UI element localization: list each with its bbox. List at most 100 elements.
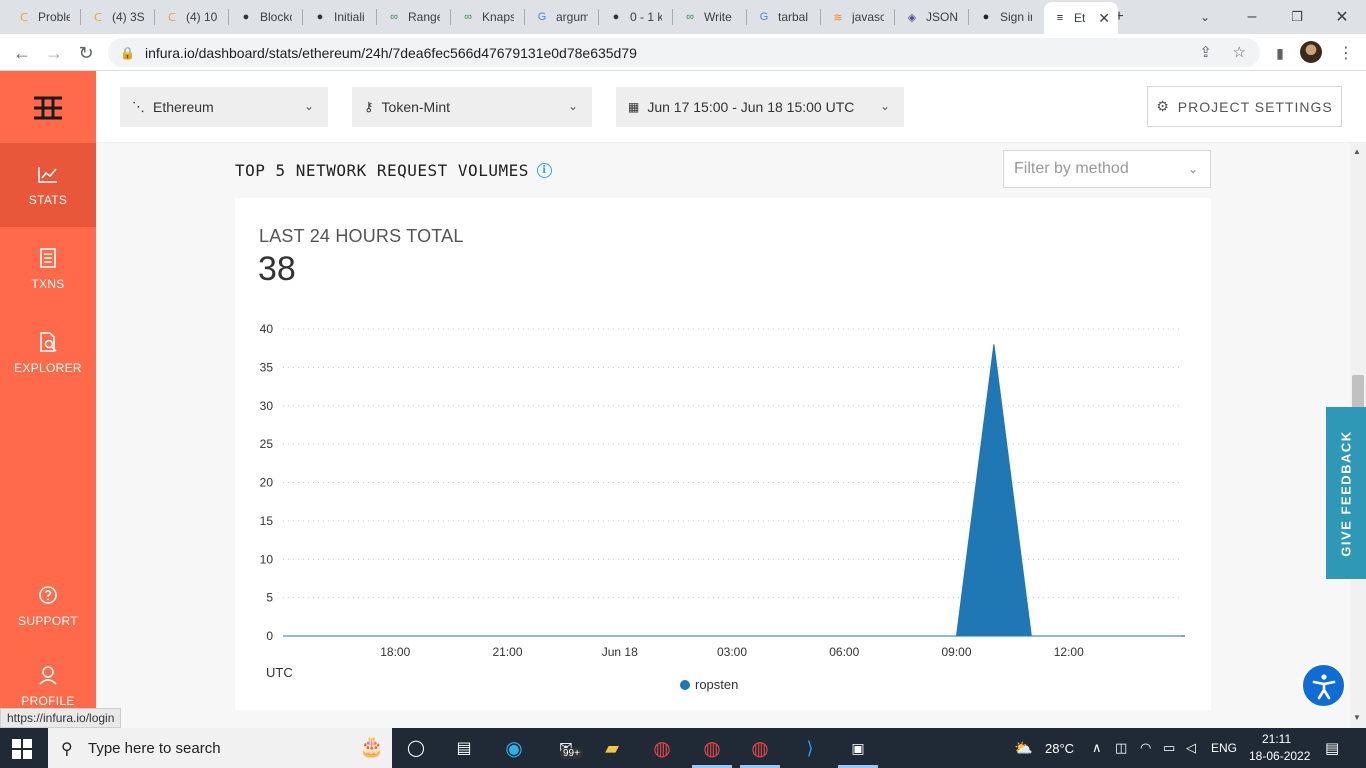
sidebar-item-label: STATS [28, 193, 68, 207]
clock-date[interactable]: 18-06-2022 [1249, 749, 1310, 763]
notification-icon[interactable]: ▤ [1325, 739, 1339, 757]
y-tick-label: 30 [260, 399, 274, 413]
legend-label: ropsten [695, 677, 738, 692]
browser-tab[interactable]: ᑕ (4) 10 [156, 4, 226, 30]
close-window-icon[interactable]: ✕ [1327, 4, 1357, 30]
vscode-icon[interactable]: ⟩ [796, 734, 824, 762]
clock-time[interactable]: 21:11 [1262, 732, 1291, 746]
tab-separator [968, 9, 969, 25]
request-volume-chart: 0 5 10 15 20 25 30 35 40 18:00 21:00 Jun 18 03:00 06:… [260, 322, 1185, 692]
widgets-icon[interactable]: ▤ [450, 734, 478, 762]
side-panel-icon[interactable]: ▮ [1266, 39, 1294, 67]
gfg-icon: ∞ [464, 11, 472, 23]
profile-icon [39, 666, 57, 685]
globe-icon: ● [242, 11, 250, 23]
browser-tab-title: Sign in [1000, 10, 1032, 24]
document-search-icon [40, 332, 57, 352]
x-tick-label: Jun 18 [602, 645, 638, 659]
menu-dots-icon[interactable]: ⋮ [1332, 39, 1360, 67]
restore-icon[interactable]: ❐ [1282, 4, 1312, 30]
sidebar-item-explorer[interactable]: EXPLORER [0, 311, 96, 395]
browser-tab[interactable]: ᑕ (4) 3S [82, 4, 152, 30]
x-tick-label: 03:00 [717, 645, 747, 659]
key-icon: ⚷ [364, 99, 374, 114]
task-view-icon[interactable]: ◯ [402, 734, 430, 762]
browser-tab-title: (4) 3S [112, 10, 144, 24]
infura-logo[interactable] [33, 95, 63, 121]
scroll-thumb[interactable] [1352, 375, 1364, 409]
edge-icon[interactable]: ◉ [500, 734, 528, 762]
chrome-icon[interactable]: ◍ [648, 734, 676, 762]
tab-separator [598, 9, 599, 25]
sidebar-item-label: EXPLORER [14, 361, 82, 375]
network-select[interactable]: ⋱ Ethereum ⌄ [120, 87, 328, 127]
project-select[interactable]: ⚷ Token-Mint ⌄ [352, 87, 592, 127]
browser-tab[interactable]: ● Blockc [230, 4, 300, 30]
bookmark-star-icon[interactable]: ☆ [1233, 43, 1246, 61]
tab-separator [820, 9, 821, 25]
windows-taskbar: ⚲ Type here to search 🎂 ◯ ▤ ◉ ✉ 99+ ▰ ◍ … [0, 728, 1366, 768]
sidebar-item-label: TXNS [31, 277, 65, 291]
tab-separator [524, 9, 525, 25]
browser-tab[interactable]: ᑕ Proble [8, 4, 78, 30]
browser-tab[interactable]: ∞ Knaps [452, 4, 522, 30]
language-indicator[interactable]: ENG [1211, 741, 1237, 755]
sidebar: STATS TXNS EXPLORER SUPPORT PROFILE [0, 71, 96, 728]
leetcode-icon: ᑕ [167, 11, 177, 24]
chevron-down-icon: ⌄ [567, 99, 578, 113]
volume-muted-icon[interactable]: ◁ [1186, 740, 1196, 756]
reload-icon[interactable]: ↻ [72, 39, 100, 67]
chrome-active-icon[interactable]: ◍ [746, 734, 774, 762]
meet-now-icon[interactable]: ◫ [1115, 740, 1127, 756]
wifi-icon[interactable]: ◠ [1140, 740, 1151, 756]
search-highlight-icon: 🎂 [359, 736, 384, 758]
browser-tab[interactable]: Gtarbal [748, 4, 818, 30]
google-icon: G [537, 11, 547, 23]
scroll-up-icon[interactable]: ▲ [1353, 147, 1361, 156]
info-icon[interactable]: i [536, 163, 552, 178]
address-bar[interactable]: 🔒 infura.io/dashboard/stats/ethereum/24h… [108, 38, 1260, 67]
back-icon[interactable]: ← [8, 39, 36, 67]
date-range-select[interactable]: ▦ Jun 17 15:00 - Jun 18 15:00 UTC ⌄ [616, 87, 904, 127]
temperature-text: 28°C [1045, 741, 1075, 756]
search-icon: ⚲ [61, 741, 73, 758]
browser-tab-title: Blockc [260, 10, 292, 24]
close-tab-icon[interactable]: ✕ [1098, 10, 1110, 27]
taskbar-search-box[interactable]: ⚲ Type here to search 🎂 [48, 728, 392, 768]
battery-icon[interactable]: ▭ [1163, 740, 1175, 756]
give-feedback-button[interactable]: GIVE FEEDBACK [1326, 407, 1366, 579]
url-text: infura.io/dashboard/stats/ethereum/24h/7… [144, 44, 637, 61]
filter-by-method-select[interactable]: Filter by method ⌄ [1003, 150, 1211, 188]
infura-icon: ≡ [1056, 12, 1064, 24]
browser-tab-title: Initiali [334, 10, 365, 24]
browser-tab[interactable]: ◈ JSON [896, 4, 966, 30]
browser-tab[interactable]: ∞ Range [378, 4, 448, 30]
browser-tab[interactable]: ● Sign in [970, 4, 1040, 30]
forward-icon[interactable]: → [40, 39, 68, 67]
profile-avatar[interactable] [1300, 41, 1322, 63]
weather-icon[interactable]: ⛅ [1014, 739, 1033, 757]
minimize-icon[interactable]: – [1237, 4, 1267, 30]
chrome-profile-icon[interactable]: ◍ [698, 734, 726, 762]
accessibility-button[interactable] [1301, 663, 1346, 708]
chevron-down-icon: ⌄ [1187, 162, 1198, 176]
tab-search-icon[interactable]: ⌄ [1190, 4, 1220, 30]
file-explorer-icon[interactable]: ▰ [598, 734, 626, 762]
scroll-down-icon[interactable]: ▼ [1353, 713, 1361, 722]
terminal-icon[interactable]: ▣ [844, 734, 872, 762]
sidebar-item-support[interactable]: SUPPORT [0, 564, 96, 648]
tab-separator [302, 9, 303, 25]
browser-tab[interactable]: Gargum [526, 4, 596, 30]
browser-tab[interactable]: ≋ javasc [822, 4, 892, 30]
sidebar-item-txns[interactable]: TXNS [0, 227, 96, 311]
share-icon[interactable]: ⇪ [1199, 43, 1212, 61]
windows-start-icon[interactable] [12, 739, 32, 759]
tray-chevron-icon[interactable]: ∧ [1092, 740, 1102, 756]
dashboard-topbar: ⋱ Ethereum ⌄ ⚷ Token-Mint ⌄ ▦ Jun 17 15:… [96, 71, 1366, 143]
project-settings-button[interactable]: ⚙ PROJECT SETTINGS [1147, 86, 1342, 127]
browser-tab[interactable]: ● Initiali [304, 4, 374, 30]
browser-tab[interactable]: ∞ Write [674, 4, 744, 30]
sidebar-item-stats[interactable]: STATS [0, 143, 96, 227]
browser-tab[interactable]: ● 0 - 1 k [600, 4, 670, 30]
browser-tab[interactable]: ≡ Eth ✕ [1044, 2, 1118, 34]
